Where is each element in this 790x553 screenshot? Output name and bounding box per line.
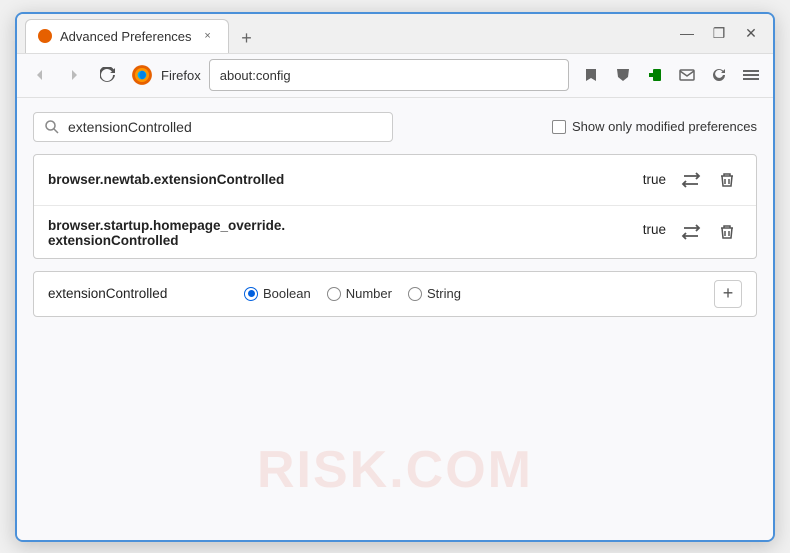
nav-bar: Firefox about:config	[17, 54, 773, 98]
show-modified-row: Show only modified preferences	[552, 119, 757, 134]
add-preference-button[interactable]: +	[714, 280, 742, 308]
search-icon	[44, 119, 60, 135]
radio-string-outer	[408, 287, 422, 301]
radio-number-outer	[327, 287, 341, 301]
show-modified-checkbox[interactable]	[552, 120, 566, 134]
mail-button[interactable]	[673, 61, 701, 89]
sync-button[interactable]	[705, 61, 733, 89]
radio-boolean[interactable]: Boolean	[244, 286, 311, 301]
address-bar[interactable]: about:config	[209, 59, 569, 91]
show-modified-label: Show only modified preferences	[572, 119, 757, 134]
pref-name-1: browser.newtab.extensionControlled	[48, 172, 633, 187]
radio-number-label: Number	[346, 286, 392, 301]
type-radio-group: Boolean Number String	[244, 286, 461, 301]
pref-name-2-line1: browser.startup.homepage_override.	[48, 218, 633, 233]
results-table: browser.newtab.extensionControlled true	[33, 154, 757, 259]
nav-icons	[577, 61, 765, 89]
radio-number[interactable]: Number	[327, 286, 392, 301]
tab-title: Advanced Preferences	[60, 29, 192, 44]
browser-name-label: Firefox	[161, 68, 201, 83]
bookmark-button[interactable]	[577, 61, 605, 89]
tab-favicon	[38, 29, 52, 43]
pref-name-2-line2: extensionControlled	[48, 233, 633, 248]
minimize-button[interactable]: —	[673, 19, 701, 47]
content-area: RISK.COM extensionControlled Show only m…	[17, 98, 773, 540]
radio-string-label: String	[427, 286, 461, 301]
toggle-button-1[interactable]	[676, 165, 706, 195]
new-pref-name: extensionControlled	[48, 286, 208, 301]
menu-button[interactable]	[737, 61, 765, 89]
row-actions-2	[676, 217, 742, 247]
reload-button[interactable]	[93, 60, 123, 90]
maximize-button[interactable]: ❐	[705, 19, 733, 47]
new-tab-button[interactable]: +	[233, 25, 261, 53]
row-actions-1	[676, 165, 742, 195]
pocket-button[interactable]	[609, 61, 637, 89]
back-button[interactable]	[25, 60, 55, 90]
radio-boolean-inner	[248, 290, 255, 297]
pref-name-2: browser.startup.homepage_override. exten…	[48, 216, 633, 248]
pref-value-2: true	[643, 216, 666, 237]
forward-button[interactable]	[59, 60, 89, 90]
close-button[interactable]: ✕	[737, 19, 765, 47]
tab-close-button[interactable]: ×	[200, 28, 216, 44]
address-text: about:config	[220, 68, 291, 83]
browser-window: Advanced Preferences × + — ❐ ✕ Firef	[15, 12, 775, 542]
active-tab[interactable]: Advanced Preferences ×	[25, 19, 229, 53]
toggle-button-2[interactable]	[676, 217, 706, 247]
search-row: extensionControlled Show only modified p…	[33, 112, 757, 142]
radio-boolean-outer	[244, 287, 258, 301]
delete-button-2[interactable]	[712, 217, 742, 247]
search-input[interactable]: extensionControlled	[68, 119, 192, 135]
result-row[interactable]: browser.startup.homepage_override. exten…	[34, 206, 756, 258]
add-pref-row: extensionControlled Boolean Number	[33, 271, 757, 317]
radio-string[interactable]: String	[408, 286, 461, 301]
extension-button[interactable]	[641, 61, 669, 89]
title-bar: Advanced Preferences × + — ❐ ✕	[17, 14, 773, 54]
radio-boolean-label: Boolean	[263, 286, 311, 301]
result-row[interactable]: browser.newtab.extensionControlled true	[34, 155, 756, 206]
tab-area: Advanced Preferences × +	[25, 14, 673, 53]
pref-value-1: true	[643, 172, 666, 187]
delete-button-1[interactable]	[712, 165, 742, 195]
firefox-logo	[131, 64, 153, 86]
search-box: extensionControlled	[33, 112, 393, 142]
window-controls: — ❐ ✕	[673, 19, 765, 47]
watermark: RISK.COM	[257, 440, 533, 500]
